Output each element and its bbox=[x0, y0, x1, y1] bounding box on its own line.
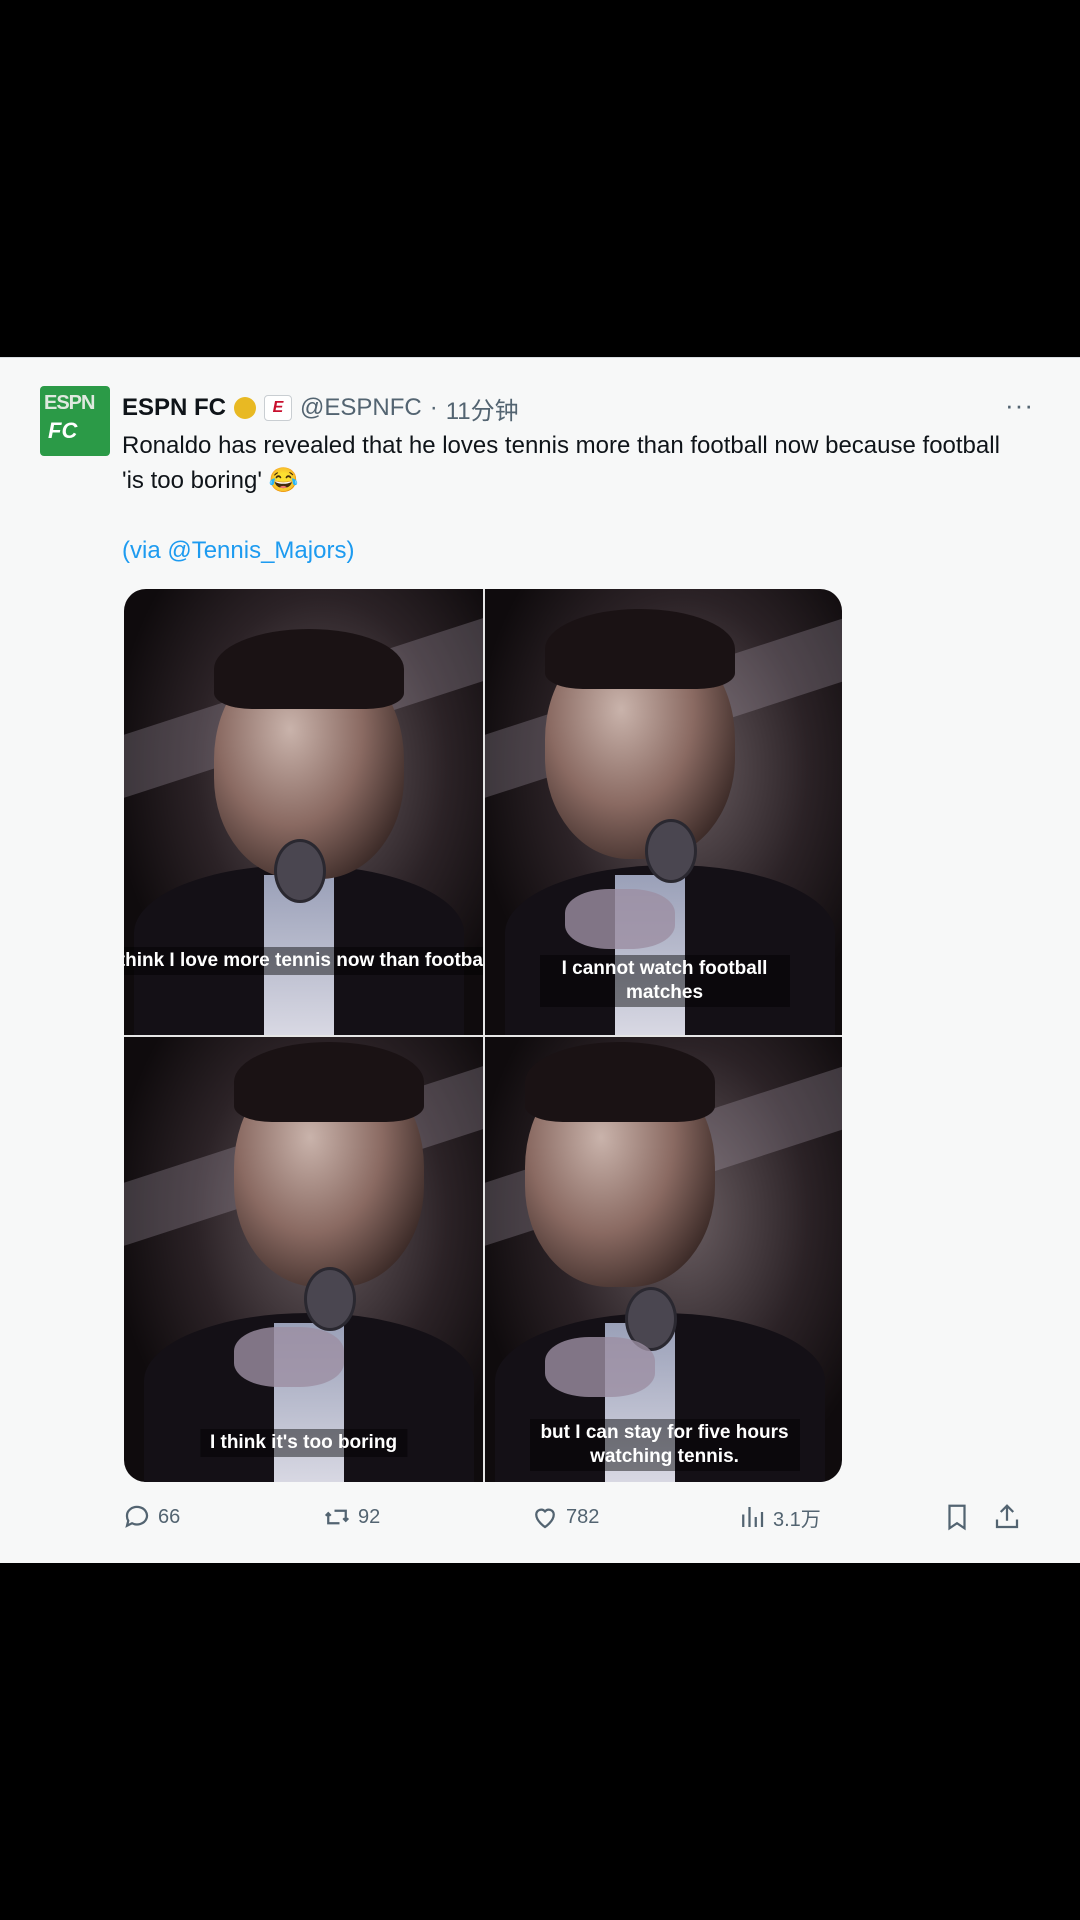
hand bbox=[565, 889, 675, 949]
view-count: 3.1万 bbox=[773, 1508, 821, 1531]
like-count: 782 bbox=[566, 1505, 600, 1528]
microphone bbox=[304, 1267, 356, 1331]
reply-count: 66 bbox=[158, 1505, 181, 1528]
avatar-text-top: ESPN bbox=[44, 392, 95, 414]
caption-4: but I can stay for five hours watching t… bbox=[529, 1419, 800, 1471]
bookmark-icon bbox=[948, 1504, 966, 1531]
via-link[interactable]: (via @Tennis_Majors) bbox=[122, 533, 1022, 568]
media-photo-4[interactable]: but I can stay for five hours watching t… bbox=[485, 1037, 842, 1482]
bookmark-button[interactable] bbox=[942, 1502, 972, 1532]
like-button[interactable]: 782 bbox=[530, 1502, 599, 1532]
display-name[interactable]: ESPN FC bbox=[122, 394, 226, 422]
media-photo-3[interactable]: I think it's too boring bbox=[124, 1037, 483, 1482]
verified-icon bbox=[234, 397, 257, 419]
separator-dot: · bbox=[429, 394, 438, 421]
hair bbox=[214, 629, 404, 709]
media-photo-1[interactable]: I think I love more tennis now than foot… bbox=[124, 589, 483, 1035]
avatar[interactable]: ESPN FC bbox=[40, 386, 110, 456]
caption-2: I cannot watch football matches bbox=[539, 955, 790, 1007]
views-button[interactable]: 3.1万 bbox=[737, 1502, 821, 1532]
media-grid[interactable]: I think I love more tennis now than foot… bbox=[124, 589, 842, 1482]
affiliate-badge[interactable]: E bbox=[264, 395, 293, 421]
media-photo-2[interactable]: I cannot watch football matches bbox=[485, 589, 842, 1035]
timestamp[interactable]: 11分钟 bbox=[446, 391, 519, 426]
tweet-actions: 66 92 782 3.1万 bbox=[122, 1498, 1028, 1538]
share-icon bbox=[995, 1504, 1019, 1529]
share-button[interactable] bbox=[992, 1502, 1022, 1532]
more-icon[interactable]: ··· bbox=[1005, 390, 1034, 421]
tweet-text: Ronaldo has revealed that he loves tenni… bbox=[122, 428, 1022, 568]
hair bbox=[525, 1042, 715, 1122]
tweet-card[interactable]: ESPN FC ESPN FC E @ESPNFC · 11分钟 ··· Ron… bbox=[0, 357, 1080, 1563]
views-icon bbox=[742, 1507, 764, 1527]
hair bbox=[234, 1042, 424, 1122]
handle[interactable]: @ESPNFC bbox=[300, 394, 422, 422]
repost-button[interactable]: 92 bbox=[322, 1502, 380, 1532]
hand bbox=[234, 1327, 344, 1387]
hair bbox=[545, 609, 735, 689]
caption-1: I think I love more tennis now than foot… bbox=[124, 947, 483, 975]
repost-icon bbox=[324, 1509, 350, 1525]
reply-button[interactable]: 66 bbox=[122, 1502, 180, 1532]
reply-icon bbox=[125, 1505, 149, 1528]
tweet-body: Ronaldo has revealed that he loves tenni… bbox=[122, 432, 1000, 494]
microphone bbox=[274, 839, 326, 903]
repost-count: 92 bbox=[358, 1505, 381, 1528]
caption-3: I think it's too boring bbox=[199, 1429, 408, 1457]
microphone bbox=[645, 819, 697, 883]
hand bbox=[545, 1337, 655, 1397]
avatar-text-bottom: FC bbox=[48, 418, 78, 443]
like-icon bbox=[535, 1508, 555, 1529]
tweet-header: ESPN FC E @ESPNFC · 11分钟 bbox=[122, 388, 519, 428]
